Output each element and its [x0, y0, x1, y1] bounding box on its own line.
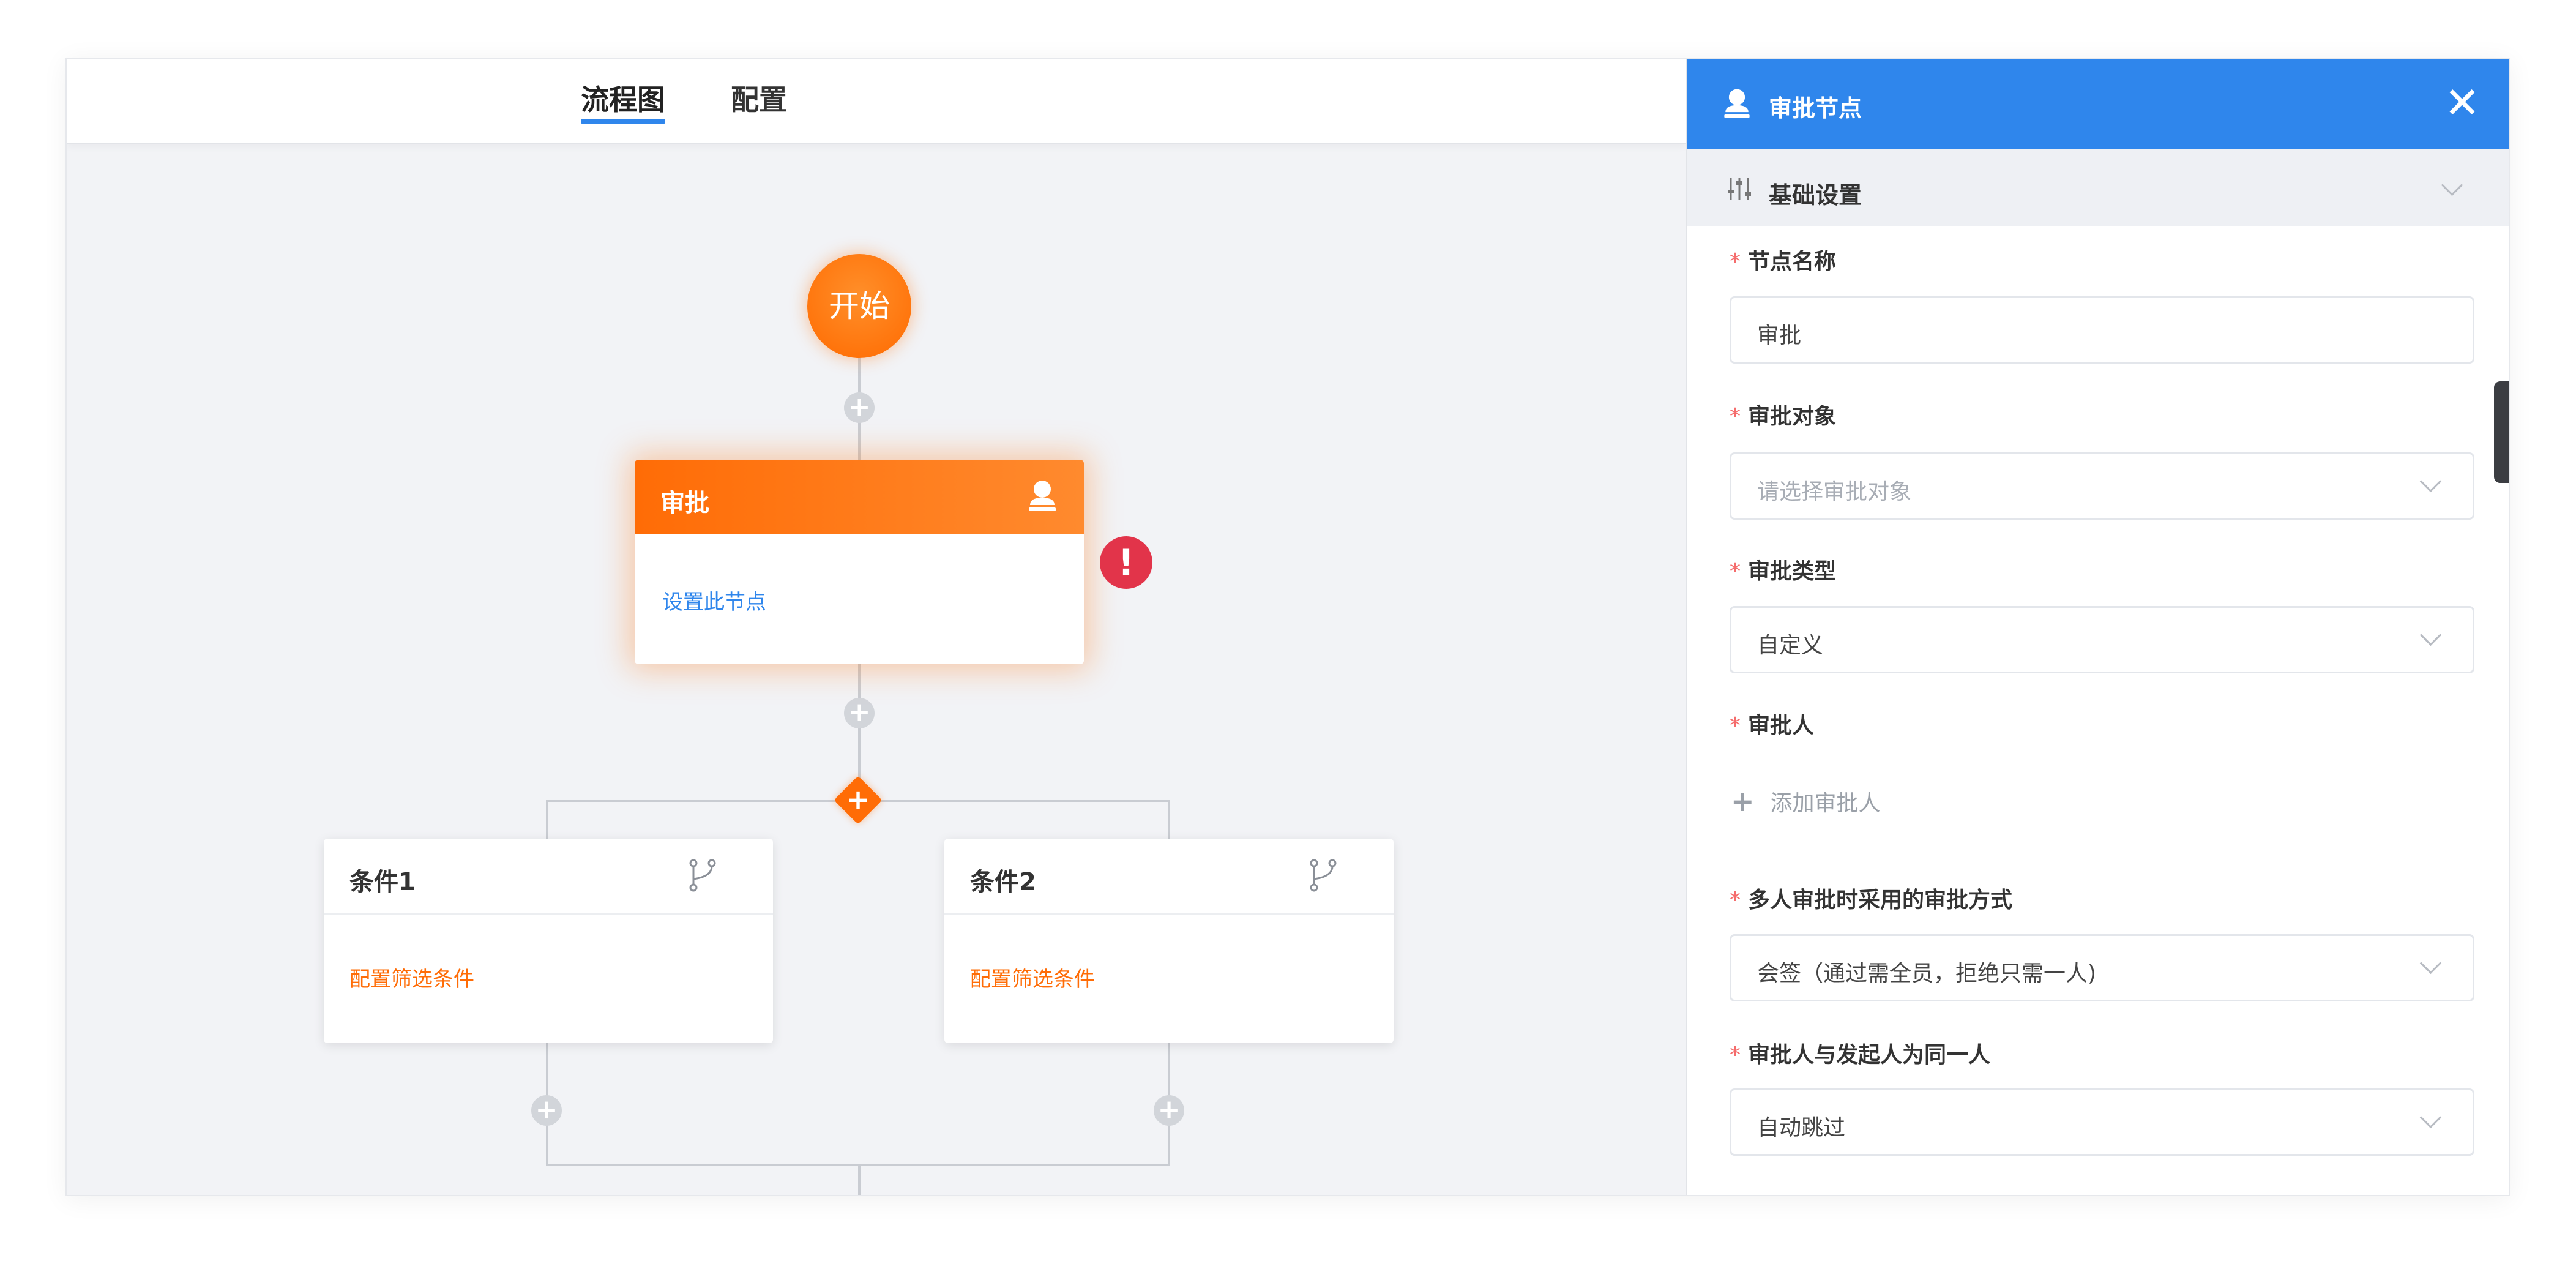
tab-flowchart[interactable]: 流程图 [581, 78, 665, 124]
node-name-label: * 节点名称 [1730, 249, 1837, 274]
add-branch-button[interactable]: + [834, 776, 883, 825]
approve-target-select[interactable]: 请选择审批对象 [1730, 452, 2474, 520]
close-button[interactable]: ✕ [2438, 78, 2487, 127]
condition-card-1-config-link[interactable]: 配置筛选条件 [349, 962, 474, 992]
person-stamp-icon [1029, 481, 1056, 511]
condition-card-1-title: 条件1 [349, 868, 416, 896]
required-mark: * [1730, 249, 1741, 274]
add-node-button-cond2[interactable]: + [1154, 1095, 1184, 1126]
node-name-value: 审批 [1757, 323, 1802, 348]
add-node-button-cond1[interactable]: + [531, 1095, 562, 1126]
same-person-label: * 审批人与发起人为同一人 [1730, 1043, 1991, 1068]
same-person-value: 自动跳过 [1757, 1115, 1846, 1140]
required-mark: * [1730, 559, 1741, 584]
sliders-icon [1728, 178, 1751, 200]
approve-node-card[interactable]: 审批 设置此节点 [635, 460, 1084, 664]
workflow-editor: 流程图 配置 开始 + + + + + 审批 [65, 58, 2510, 1196]
side-drag-handle[interactable] [2494, 381, 2509, 483]
required-mark: * [1730, 404, 1741, 429]
plus-icon: + [1731, 785, 1755, 818]
start-node[interactable]: 开始 [807, 254, 911, 358]
approve-target-label: * 审批对象 [1730, 404, 1837, 429]
multi-mode-value: 会签（通过需全员，拒绝只需一人) [1757, 961, 2097, 986]
add-node-button-2[interactable]: + [844, 698, 875, 728]
condition-card-1-header: 条件1 [324, 839, 773, 915]
chevron-down-icon [2419, 952, 2442, 975]
add-node-button-1[interactable]: + [844, 392, 875, 423]
approver-label: * 审批人 [1730, 713, 1815, 738]
required-mark: * [1730, 1043, 1741, 1068]
branch-icon [689, 859, 716, 892]
condition-card-2[interactable]: 条件2 配置筛选条件 [944, 839, 1394, 1043]
approve-node-setup-link[interactable]: 设置此节点 [662, 585, 766, 615]
section-title: 基础设置 [1769, 182, 1862, 209]
chevron-down-icon [2441, 174, 2463, 197]
connector-branch-right [1168, 800, 1170, 839]
person-stamp-icon [1724, 89, 1750, 118]
required-mark: * [1730, 713, 1741, 738]
approve-type-select[interactable]: 自定义 [1730, 606, 2474, 673]
tab-config[interactable]: 配置 [731, 78, 787, 121]
required-mark: * [1730, 888, 1741, 913]
condition-card-2-header: 条件2 [944, 839, 1394, 915]
flow-canvas: 开始 + + + + + 审批 设置此节点 ! + [67, 144, 1686, 1195]
approve-target-placeholder: 请选择审批对象 [1757, 479, 1912, 504]
approve-type-label: * 审批类型 [1730, 559, 1837, 584]
same-person-select[interactable]: 自动跳过 [1730, 1088, 2474, 1156]
approve-type-value: 自定义 [1757, 633, 1824, 658]
connector-branch-left [546, 800, 548, 839]
condition-card-1[interactable]: 条件1 配置筛选条件 [324, 839, 773, 1043]
condition-card-2-title: 条件2 [970, 868, 1036, 896]
top-tab-bar: 流程图 配置 [67, 59, 1686, 144]
panel-title: 审批节点 [1769, 95, 1862, 122]
basic-settings-section[interactable]: 基础设置 [1687, 149, 2509, 226]
multi-mode-label: * 多人审批时采用的审批方式 [1730, 888, 2013, 913]
chevron-down-icon [2419, 624, 2442, 646]
exclamation-icon: ! [1100, 536, 1152, 589]
node-name-input[interactable]: 审批 [1730, 296, 2474, 364]
add-approver-text: 添加审批人 [1770, 791, 1881, 816]
approve-node-header: 审批 [635, 460, 1084, 534]
multi-mode-select[interactable]: 会签（通过需全员，拒绝只需一人) [1730, 934, 2474, 1001]
chevron-down-icon [2419, 1106, 2442, 1129]
approve-node-title: 审批 [660, 489, 709, 517]
condition-card-2-config-link[interactable]: 配置筛选条件 [970, 962, 1095, 992]
panel-header: 审批节点 ✕ [1687, 59, 2509, 149]
branch-icon [1310, 859, 1337, 892]
chevron-down-icon [2419, 470, 2442, 493]
add-approver-button[interactable]: + 添加审批人 [1731, 785, 1881, 822]
connector-merge-down [858, 1164, 861, 1195]
add-branch-plus: + [846, 783, 870, 816]
node-property-panel: 审批节点 ✕ 基础设置 * 节点名称 审批 * 审批对象 请选择审批对象 * 审… [1686, 59, 2509, 1195]
